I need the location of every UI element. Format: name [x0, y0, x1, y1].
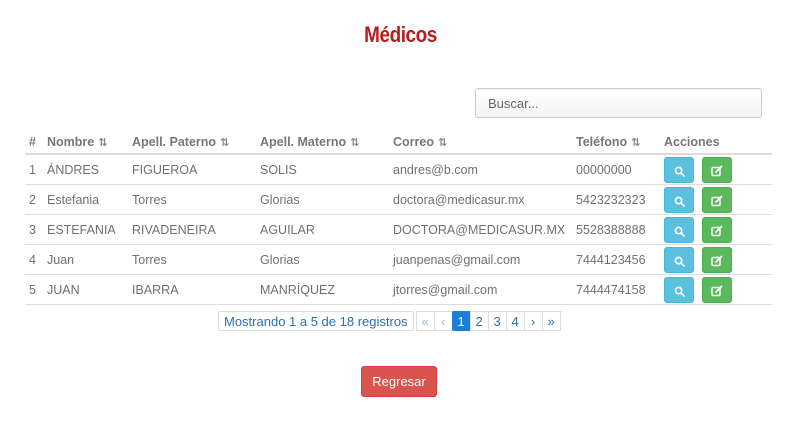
header-telefono[interactable]: Teléfono ⇅	[572, 131, 660, 155]
cell-acciones	[660, 274, 772, 305]
last-page-button[interactable]: »	[541, 311, 561, 331]
search-icon	[674, 286, 685, 297]
view-button[interactable]	[664, 186, 694, 213]
back-button[interactable]: Regresar	[361, 366, 437, 397]
view-button[interactable]	[664, 246, 694, 273]
cell-nombre: Juan	[43, 244, 128, 275]
edit-button[interactable]	[702, 276, 732, 303]
header-acciones: Acciones	[660, 131, 772, 155]
edit-button[interactable]	[702, 156, 732, 183]
cell-num: 2	[25, 184, 43, 215]
sort-icon: ⇅	[631, 137, 640, 149]
edit-icon	[711, 195, 723, 207]
next-page-button[interactable]: ›	[523, 311, 543, 331]
header-correo[interactable]: Correo ⇅	[389, 131, 572, 155]
sort-icon: ⇅	[98, 137, 107, 149]
cell-nombre: ESTEFANIA	[43, 214, 128, 245]
cell-telefono: 5423232323	[572, 184, 660, 215]
cell-paterno: Torres	[128, 184, 256, 215]
edit-button[interactable]	[702, 186, 732, 213]
cell-num: 3	[25, 214, 43, 245]
edit-button[interactable]	[702, 246, 732, 273]
sort-icon: ⇅	[220, 137, 229, 149]
cell-acciones	[660, 214, 772, 245]
cell-nombre: ÁNDRES	[43, 154, 128, 185]
search-input[interactable]	[475, 88, 762, 118]
cell-paterno: Torres	[128, 244, 256, 275]
page-button-2[interactable]: 2	[469, 311, 489, 331]
edit-icon	[711, 225, 723, 237]
cell-num: 5	[25, 274, 43, 305]
cell-num: 1	[25, 154, 43, 185]
cell-acciones	[660, 154, 772, 185]
header-nombre[interactable]: Nombre ⇅	[43, 131, 128, 155]
cell-acciones	[660, 244, 772, 275]
table-row: 1 ÁNDRES FIGUEROA SOLIS andres@b.com 000…	[25, 154, 772, 185]
search-icon	[674, 196, 685, 207]
search-icon	[674, 256, 685, 267]
sort-icon: ⇅	[437, 137, 447, 149]
table-row: 5 JUAN IBARRA MANRÍQUEZ jtorres@gmail.co…	[25, 274, 772, 305]
search-icon	[674, 226, 685, 237]
cell-telefono: 7444474158	[572, 274, 660, 305]
sort-icon: ⇅	[350, 137, 359, 149]
header-paterno[interactable]: Apell. Paterno ⇅	[128, 131, 256, 155]
cell-materno: MANRÍQUEZ	[256, 274, 389, 305]
table-row: 2 Estefania Torres Glorias doctora@medic…	[25, 184, 772, 215]
cell-paterno: IBARRA	[128, 274, 256, 305]
edit-button[interactable]	[702, 216, 732, 243]
cell-telefono: 7444123456	[572, 244, 660, 275]
cell-materno: Glorias	[256, 244, 389, 275]
cell-correo: andres@b.com	[389, 154, 572, 185]
page-button-1[interactable]: 1	[451, 311, 471, 331]
header-num: #	[25, 131, 43, 155]
page-button-3[interactable]: 3	[487, 311, 507, 331]
cell-nombre: JUAN	[43, 274, 128, 305]
cell-paterno: FIGUEROA	[128, 154, 256, 185]
cell-acciones	[660, 184, 772, 215]
header-materno[interactable]: Apell. Materno ⇅	[256, 131, 389, 155]
search-icon	[674, 166, 685, 177]
cell-correo: DOCTORA@MEDICASUR.MX	[389, 214, 572, 245]
cell-nombre: Estefania	[43, 184, 128, 215]
view-button[interactable]	[664, 276, 694, 303]
cell-correo: doctora@medicasur.mx	[389, 184, 572, 215]
page-title: Médicos	[364, 22, 437, 47]
cell-telefono: 00000000	[572, 154, 660, 185]
edit-icon	[711, 285, 723, 297]
table-row: 3 ESTEFANIA RIVADENEIRA AGUILAR DOCTORA@…	[25, 214, 772, 245]
pagination: Mostrando 1 a 5 de 18 registros « ‹ 1234…	[218, 311, 561, 331]
cell-correo: juanpenas@gmail.com	[389, 244, 572, 275]
cell-num: 4	[25, 244, 43, 275]
cell-materno: SOLIS	[256, 154, 389, 185]
page-button-4[interactable]: 4	[505, 311, 525, 331]
doctors-table: # Nombre ⇅ Apell. Paterno ⇅ Apell. Materno…	[25, 131, 772, 305]
cell-materno: Glorias	[256, 184, 389, 215]
edit-icon	[711, 165, 723, 177]
view-button[interactable]	[664, 156, 694, 183]
view-button[interactable]	[664, 216, 694, 243]
table-row: 4 Juan Torres Glorias juanpenas@gmail.co…	[25, 244, 772, 275]
pagination-info: Mostrando 1 a 5 de 18 registros	[218, 311, 414, 331]
cell-materno: AGUILAR	[256, 214, 389, 245]
edit-icon	[711, 255, 723, 267]
cell-paterno: RIVADENEIRA	[128, 214, 256, 245]
cell-telefono: 5528388888	[572, 214, 660, 245]
cell-correo: jtorres@gmail.com	[389, 274, 572, 305]
prev-page-button[interactable]: ‹	[433, 311, 453, 331]
table-header-row: # Nombre ⇅ Apell. Paterno ⇅ Apell. Materno…	[25, 131, 772, 155]
first-page-button[interactable]: «	[415, 311, 435, 331]
